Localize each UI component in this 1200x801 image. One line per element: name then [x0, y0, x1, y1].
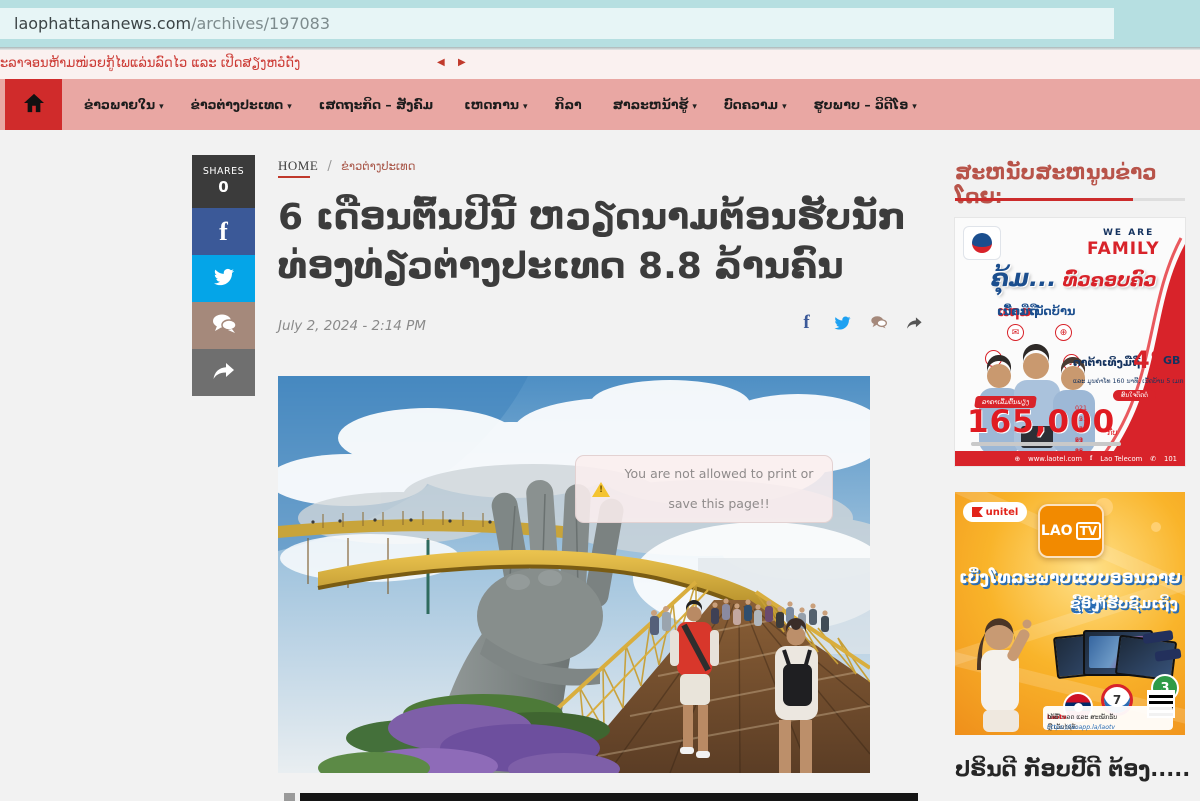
- print-warning-text: You are not allowed to print or save thi…: [616, 459, 822, 519]
- ad-laotel-data-unit: GB: [1163, 354, 1180, 367]
- share-facebook-button[interactable]: f: [192, 208, 255, 255]
- twitter-icon: [212, 267, 236, 291]
- ad-laotel-data-label: ດາຕ້າເທິງມືຖື: [1073, 356, 1140, 369]
- ticker-next-icon[interactable]: ▶: [458, 58, 466, 68]
- sidebar-bottom-text: ປຣິນດີ ກັອບປີ້ດີ ຕ້ອງ.....: [955, 757, 1190, 781]
- golden-bridge-photo: [278, 376, 870, 773]
- breadcrumb-home-link[interactable]: HOME: [278, 158, 318, 173]
- ad-laotel-facebook: Lao Telecom: [1100, 455, 1142, 463]
- ad-laotel-data-note: ແລະ ມູນຄ່າໂທ 160 ນາທີ, ເນັດບ້ານ 5 ເມກ: [1073, 378, 1183, 385]
- mail-icon: ✉: [1007, 324, 1024, 341]
- ad-laotel-website: www.laotel.com: [1028, 455, 1082, 463]
- home-icon: [23, 93, 45, 117]
- media-bullet: [284, 793, 295, 801]
- nav-item-articles[interactable]: ບົດຄວາມ▾: [724, 97, 787, 112]
- url-path: /archives/197083: [191, 14, 330, 33]
- nav-item-photos-video[interactable]: ຮູບພາບ – ວິດີໂອ▾: [814, 97, 917, 112]
- chevron-down-icon: ▾: [782, 102, 787, 112]
- article-hero-image: ! You are not allowed to print or save t…: [278, 376, 870, 773]
- next-media-edge: [300, 793, 918, 801]
- bubble-decoration: [1151, 522, 1161, 532]
- ad-laotel-footer: ⊕ www.laotel.com f Lao Telecom ✆ 101: [955, 451, 1185, 466]
- ad-laotel-price-unit: ກີບ: [1107, 428, 1117, 437]
- article-title: 6 ເດືອນຕົ້ນປີນີ້ ຫວຽດນາມຕ້ອນຮັບນັກທ່ອງທ່…: [278, 194, 933, 291]
- ad-laotel-price: 165,000: [967, 404, 1115, 440]
- breadcrumb: HOME / ຂ່າວຕ່າງປະເທດ: [278, 158, 415, 174]
- unitel-flag-icon: [972, 507, 983, 517]
- chevron-down-icon: ▾: [692, 102, 697, 112]
- ad-banner-laotv[interactable]: unitel LAO TV ເບິ່ງໂທລະພາບແບບອອນລາຍ ມີໃຫ…: [955, 492, 1185, 735]
- laotel-logo: [963, 226, 1001, 260]
- unitel-logo: unitel: [963, 502, 1027, 522]
- article-share-icons: f: [798, 314, 926, 331]
- print-warning-tooltip: ! You are not allowed to print or save t…: [575, 455, 833, 523]
- chevron-down-icon: ▾: [159, 102, 164, 112]
- ad-laotel-hotline: 101: [1164, 455, 1177, 463]
- nav-item-knowledge[interactable]: ສາລະຫນ້າຮູ້▾: [613, 97, 697, 112]
- breadcrumb-underline: [278, 176, 310, 178]
- chevron-down-icon: ▾: [287, 102, 292, 112]
- facebook-icon: f: [219, 217, 228, 247]
- ad-laotv-presenter: [957, 610, 1047, 735]
- shares-label: SHARES: [203, 166, 244, 178]
- breadcrumb-category-link[interactable]: ຂ່າວຕ່າງປະເທດ: [341, 159, 415, 173]
- share-twitter-button[interactable]: [192, 255, 255, 302]
- forward-share-icon[interactable]: [906, 314, 923, 331]
- ad-laotel-family: FAMILY: [1087, 239, 1160, 259]
- page: laophattananews.com/archives/197083 ະລາຈ…: [0, 0, 1200, 801]
- share-arrow-icon: [212, 361, 236, 385]
- nav-home-button[interactable]: [5, 79, 62, 130]
- globe-icon: ⊕: [1055, 324, 1072, 341]
- nav-item-economy-society[interactable]: ເສດຖະກິດ – ສັງຄົມ: [319, 97, 437, 112]
- channel-pill: [1154, 648, 1181, 662]
- facebook-icon: f: [1090, 455, 1092, 462]
- breadcrumb-separator: /: [327, 159, 331, 174]
- share-forward-button[interactable]: [192, 349, 255, 396]
- shares-counter: SHARES 0: [192, 155, 255, 208]
- comment-icon[interactable]: [870, 314, 887, 331]
- nav-item-events[interactable]: ເຫດການ▾: [464, 97, 527, 112]
- nav-item-local-news[interactable]: ຂ່າວພາຍໃນ▾: [84, 97, 164, 112]
- ticker-prev-icon[interactable]: ◀: [437, 58, 445, 68]
- ad-laotel-headline-blue: ຄຸ້ມ...: [991, 264, 1056, 292]
- unitel-brand: unitel: [986, 507, 1019, 518]
- twitter-share-icon[interactable]: [834, 314, 851, 331]
- website-icon: ⊕: [1014, 455, 1020, 463]
- ad-banner-laotel[interactable]: WE ARE FAMILY ຄຸ້ມ... ທົ່ວຄອບຄົວ ເລືອກເນ…: [955, 218, 1185, 466]
- chevron-down-icon: ▾: [912, 102, 917, 112]
- ad-laotel-data-value: 48: [1133, 346, 1166, 374]
- browser-chrome: laophattananews.com/archives/197083: [0, 0, 1200, 47]
- chevron-down-icon: ▾: [523, 102, 528, 112]
- main-nav: ຂ່າວພາຍໃນ▾ ຂ່າວຕ່າງປະເທດ▾ ເສດຖະກິດ – ສັງ…: [0, 79, 1200, 130]
- phone-icon: ✆: [1150, 455, 1156, 463]
- laotv-logo: LAO TV: [1038, 504, 1104, 558]
- url-domain: laophattananews.com: [14, 14, 191, 33]
- share-rail: SHARES 0 f: [192, 155, 255, 396]
- ad-laotel-contact-label: ສົນໃຈຕິດຕໍ່: [1113, 390, 1156, 401]
- ad-laotel-headline-red: ທົ່ວຄອບຄົວ: [1063, 270, 1157, 291]
- address-bar[interactable]: laophattananews.com/archives/197083: [0, 8, 1114, 39]
- article-date: July 2, 2024 - 2:14 PM: [278, 318, 426, 334]
- sidebar-heading-rule: [955, 198, 1185, 201]
- ad-laotel-we-are: WE ARE: [1103, 228, 1154, 238]
- ticker-headline[interactable]: ະລາຈອນຫ້າມໜ່ວຍກູ້ໄພແລ່ນລົດໄວ ແລະ ເປີດສຽງ…: [0, 56, 300, 71]
- ad-laotel-fineprint: [971, 442, 1121, 446]
- shares-count: 0: [218, 178, 228, 197]
- share-comment-button[interactable]: [192, 302, 255, 349]
- facebook-share-icon[interactable]: f: [798, 314, 815, 331]
- nav-item-sports[interactable]: ກິລາ: [555, 97, 586, 112]
- nav-item-foreign-news[interactable]: ຂ່າວຕ່າງປະເທດ▾: [191, 97, 292, 112]
- nav-items: ຂ່າວພາຍໃນ▾ ຂ່າວຕ່າງປະເທດ▾ ເສດຖະກິດ – ສັງ…: [84, 79, 917, 130]
- comment-bubbles-icon: [211, 313, 237, 339]
- ad-laotv-footer: ດາວໂຫລດ ແລະ ສະໝັກຮັບ Laotv ໄດ້ທີ່ ຫຼື ເວ…: [1043, 706, 1173, 730]
- ad-laotv-headline: ເບິ່ງໂທລະພາບແບບອອນລາຍ: [955, 568, 1185, 587]
- news-ticker: ະລາຈອນຫ້າມໜ່ວຍກູ້ໄພແລ່ນລົດໄວ ແລະ ເປີດສຽງ…: [0, 50, 1200, 79]
- warning-icon: !: [586, 482, 616, 497]
